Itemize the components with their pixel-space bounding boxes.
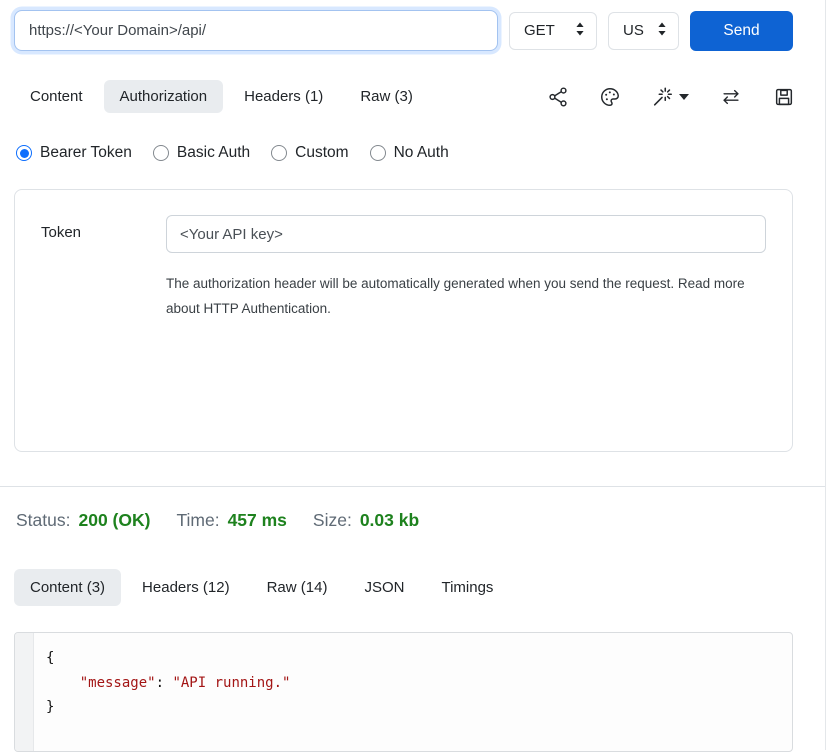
response-summary: Status: 200 (OK) Time: 457 ms Size: 0.03… bbox=[16, 510, 809, 531]
url-input[interactable] bbox=[14, 10, 498, 51]
status-item: Status: 200 (OK) bbox=[16, 510, 150, 531]
tab-response-raw[interactable]: Raw (14) bbox=[251, 569, 344, 606]
chevron-down-icon bbox=[679, 94, 689, 100]
radio-icon[interactable] bbox=[370, 145, 386, 161]
auth-option-basic-auth[interactable]: Basic Auth bbox=[153, 144, 250, 162]
method-select-value: GET bbox=[524, 22, 555, 39]
response-body-panel: { "message": "API running." } bbox=[14, 632, 793, 752]
tab-content[interactable]: Content bbox=[14, 80, 99, 113]
region-select[interactable]: US bbox=[608, 12, 679, 50]
authorization-panel: Token The authorization header will be a… bbox=[14, 189, 793, 452]
auth-option-no-auth[interactable]: No Auth bbox=[370, 144, 449, 162]
auth-option-bearer-token[interactable]: Bearer Token bbox=[16, 144, 132, 162]
status-value: 200 (OK) bbox=[78, 510, 150, 531]
api-client-page: GET US Send Content Authorization Header… bbox=[0, 0, 826, 750]
time-item: Time: 457 ms bbox=[176, 510, 286, 531]
auth-option-custom[interactable]: Custom bbox=[271, 144, 348, 162]
request-toolbar bbox=[547, 86, 811, 108]
radio-icon[interactable] bbox=[271, 145, 287, 161]
size-label: Size: bbox=[313, 510, 352, 531]
send-button[interactable]: Send bbox=[690, 11, 793, 51]
auth-option-label: No Auth bbox=[394, 144, 449, 162]
swap-arrows-icon[interactable] bbox=[719, 86, 743, 108]
region-select-value: US bbox=[623, 22, 644, 39]
share-icon[interactable] bbox=[547, 86, 569, 108]
palette-icon[interactable] bbox=[599, 86, 621, 108]
tab-response-content[interactable]: Content (3) bbox=[14, 569, 121, 606]
json-brace: } bbox=[46, 699, 54, 715]
request-bar: GET US Send bbox=[14, 10, 793, 51]
method-select[interactable]: GET bbox=[509, 12, 597, 50]
tab-raw[interactable]: Raw (3) bbox=[344, 80, 429, 113]
auth-option-label: Custom bbox=[295, 144, 348, 162]
section-divider bbox=[0, 486, 825, 487]
json-indent bbox=[46, 675, 80, 691]
token-label: Token bbox=[41, 215, 166, 253]
tab-response-json[interactable]: JSON bbox=[348, 569, 420, 606]
request-tabs: Content Authorization Headers (1) Raw (3… bbox=[14, 80, 811, 113]
tab-headers[interactable]: Headers (1) bbox=[228, 80, 339, 113]
size-value: 0.03 kb bbox=[360, 510, 419, 531]
magic-wand-icon[interactable] bbox=[651, 86, 689, 108]
time-value: 457 ms bbox=[228, 510, 287, 531]
updown-arrows-icon bbox=[575, 22, 585, 40]
save-icon[interactable] bbox=[773, 86, 795, 108]
response-tabs: Content (3) Headers (12) Raw (14) JSON T… bbox=[14, 569, 811, 606]
tab-response-headers[interactable]: Headers (12) bbox=[126, 569, 246, 606]
editor-gutter bbox=[15, 633, 34, 751]
json-brace: { bbox=[46, 650, 54, 666]
radio-selected-icon[interactable] bbox=[16, 145, 32, 161]
json-separator: : bbox=[156, 675, 173, 691]
size-item: Size: 0.03 kb bbox=[313, 510, 419, 531]
json-value: "API running." bbox=[172, 675, 290, 691]
token-input[interactable] bbox=[166, 215, 766, 253]
time-label: Time: bbox=[176, 510, 219, 531]
tab-authorization[interactable]: Authorization bbox=[104, 80, 224, 113]
json-key: "message" bbox=[80, 675, 156, 691]
auth-option-label: Basic Auth bbox=[177, 144, 250, 162]
updown-arrows-icon bbox=[657, 22, 667, 40]
tab-response-timings[interactable]: Timings bbox=[425, 569, 509, 606]
auth-type-options: Bearer Token Basic Auth Custom No Auth bbox=[16, 144, 809, 162]
token-row: Token bbox=[41, 215, 766, 253]
auth-option-label: Bearer Token bbox=[40, 144, 132, 162]
status-label: Status: bbox=[16, 510, 70, 531]
auth-help-text: The authorization header will be automat… bbox=[166, 271, 766, 321]
radio-icon[interactable] bbox=[153, 145, 169, 161]
response-body[interactable]: { "message": "API running." } bbox=[34, 633, 302, 751]
